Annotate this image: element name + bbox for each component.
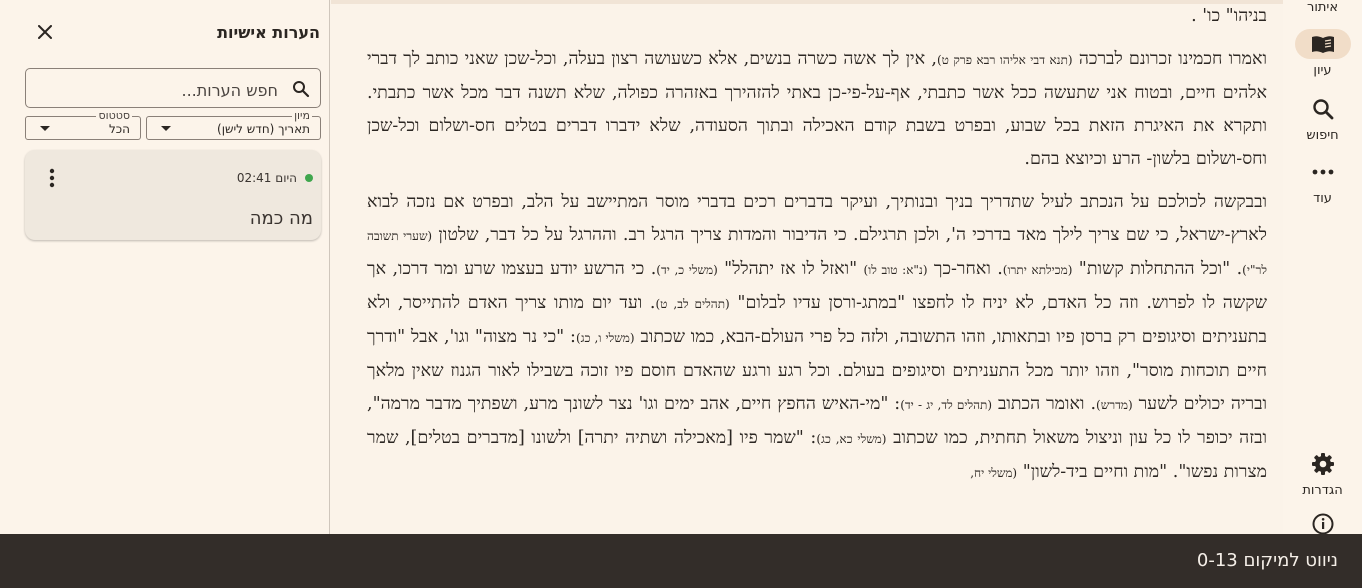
text-paragraph: ואמרו חכמינו זכרונם לברכה (תנא דבי אליהו…: [367, 43, 1267, 176]
text-segment: . "וכל ההתחלות קשות": [1072, 259, 1243, 279]
search-icon: [1312, 99, 1333, 120]
notes-header: הערות אישיות: [0, 20, 329, 48]
source-citation: (משלי יח,: [970, 466, 1018, 480]
rail-item-read[interactable]: עיון: [1283, 29, 1362, 78]
chevron-down-icon: [161, 126, 171, 131]
bottom-bar: ניווט למיקום 0-13: [0, 534, 1362, 588]
sort-select[interactable]: מיון תאריך (חדש לישן): [146, 110, 321, 140]
text-paragraph: ובבקשה לכולכם על הנכתב לעיל שתדריך בניך …: [367, 186, 1267, 490]
source-citation: (משלי ו, כג): [575, 331, 635, 345]
rail-label: הגדרות: [1302, 483, 1343, 498]
chevron-down-icon: [40, 126, 50, 131]
text-segment: בניהו" כו' .: [1191, 6, 1267, 26]
source-citation: (תהלים לב, ט): [655, 297, 730, 311]
source-citation: (משלי כ, יד): [656, 263, 718, 277]
text-segment: . ואומר הכתוב: [992, 394, 1097, 414]
status-dot: [305, 174, 313, 182]
navigate-to-location[interactable]: ניווט למיקום 0-13: [1197, 550, 1338, 571]
text-segment: "ואזל לו אז יתהלל": [717, 259, 864, 279]
text-paragraph: בניהו" כו' .: [367, 4, 1267, 33]
text-segment: ובבקשה לכולכם על הנכתב לעיל שתדריך בניך …: [367, 192, 1267, 245]
source-citation: (תהלים לד, יג - יד): [900, 398, 993, 412]
text-segment: ואמרו חכמינו זכרונם לברכה: [1072, 49, 1267, 69]
search-input[interactable]: [34, 77, 280, 103]
rail-item-about[interactable]: [1283, 513, 1362, 535]
source-citation: (תנא דבי אליהו רבא פרק ט): [936, 53, 1073, 67]
note-time: היום 02:41: [236, 171, 297, 185]
source-citation: (מדרש): [1096, 398, 1133, 412]
source-citation: (נ"א: טוב לו): [863, 263, 928, 277]
rail-label: חיפוש: [1306, 128, 1339, 143]
close-button[interactable]: [33, 20, 57, 44]
note-menu-button[interactable]: [42, 166, 62, 190]
search-icon: [293, 81, 310, 98]
sort-value: תאריך (חדש לישן): [217, 122, 310, 136]
search-box[interactable]: [25, 68, 321, 108]
more-horizontal-icon: [1312, 169, 1333, 175]
rail-icon-wrap: [1295, 449, 1351, 479]
text-segment: . ואחר-כך: [927, 259, 1003, 279]
rail-item-locate[interactable]: איתור: [1283, 0, 1362, 15]
status-legend: סטטוס: [96, 109, 132, 122]
reading-area[interactable]: בניהו" כו' . ואמרו חכמינו זכרונם לברכה (ת…: [331, 0, 1283, 534]
rail-label: איתור: [1306, 0, 1339, 15]
status-select[interactable]: סטטוס הכל: [25, 110, 141, 140]
info-icon: [1312, 513, 1333, 535]
sort-legend: מיון: [292, 109, 312, 122]
close-icon: [38, 25, 52, 39]
book-text: בניהו" כו' . ואמרו חכמינו זכרונם לברכה (ת…: [367, 4, 1267, 500]
rail-item-settings[interactable]: הגדרות: [1283, 449, 1362, 498]
note-text: מה כמה: [249, 208, 313, 229]
source-citation: (מכילתא יתרו): [1002, 263, 1073, 277]
note-card[interactable]: היום 02:41 מה כמה: [25, 150, 321, 240]
status-value: הכל: [108, 122, 130, 136]
rail-label: עיון: [1313, 63, 1332, 78]
more-vertical-icon: [49, 168, 55, 188]
rail-icon-wrap: [1295, 157, 1351, 187]
rail-icon-wrap: [1295, 513, 1351, 535]
gear-icon: [1311, 453, 1334, 475]
notes-title: הערות אישיות: [217, 23, 320, 42]
book-open-icon: [1311, 36, 1334, 53]
active-pill: [1294, 29, 1351, 59]
rail-label: עוד: [1313, 191, 1332, 206]
rail-item-search[interactable]: חיפוש: [1283, 94, 1362, 143]
source-citation: (משלי כא, כג): [816, 432, 887, 446]
navigation-rail: איתור עיון חיפוש עוד הגדרות: [1283, 0, 1362, 535]
notes-panel: הערות אישיות מיון תאריך (חדש לישן) סטטוס…: [0, 0, 330, 534]
rail-icon-wrap: [1295, 94, 1351, 124]
rail-item-more[interactable]: עוד: [1283, 157, 1362, 206]
